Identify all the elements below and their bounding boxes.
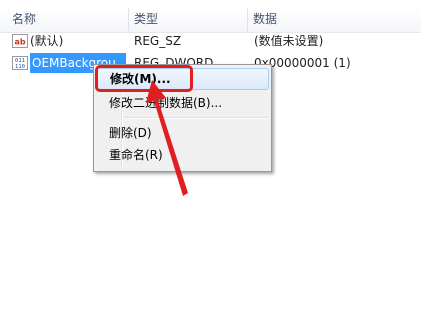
dword-value-icon: 011 110	[12, 56, 28, 70]
menu-item-delete[interactable]: 删除(D)	[96, 122, 269, 144]
registry-editor-value-pane: 名称 类型 数据 ab (默认) REG_SZ (数值未设置) 011 110 …	[0, 0, 421, 317]
column-header-type[interactable]: 类型	[128, 8, 247, 32]
value-name: (默认)	[30, 34, 64, 48]
svg-text:110: 110	[15, 64, 25, 70]
annotation-highlight-box	[95, 65, 193, 92]
menu-item-rename[interactable]: 重命名(R)	[96, 144, 269, 166]
menu-separator	[124, 117, 268, 119]
column-header-name[interactable]: 名称	[7, 8, 128, 32]
value-type: REG_SZ	[134, 34, 182, 48]
column-header: 名称 类型 数据	[0, 8, 421, 33]
value-data: (数值未设置)	[254, 34, 324, 48]
column-header-data[interactable]: 数据	[247, 8, 421, 32]
registry-value-row[interactable]: ab (默认) REG_SZ (数值未设置)	[0, 31, 421, 51]
svg-text:ab: ab	[14, 38, 25, 47]
string-value-icon: ab	[12, 34, 28, 48]
menu-item-modify-binary[interactable]: 修改二进制数据(B)...	[96, 92, 269, 114]
